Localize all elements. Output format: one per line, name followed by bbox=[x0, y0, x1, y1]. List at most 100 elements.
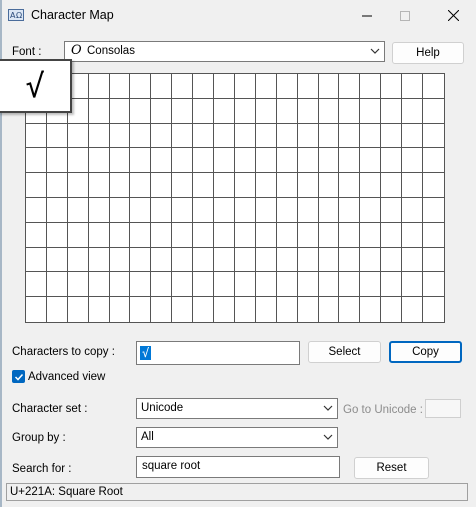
character-cell[interactable] bbox=[193, 222, 215, 248]
character-cell[interactable] bbox=[381, 123, 403, 149]
character-cell[interactable] bbox=[318, 173, 340, 198]
character-cell[interactable] bbox=[423, 297, 444, 322]
character-cell[interactable] bbox=[214, 247, 235, 273]
character-cell[interactable] bbox=[151, 247, 173, 273]
character-cell[interactable] bbox=[339, 197, 361, 223]
character-cell[interactable] bbox=[67, 173, 89, 198]
character-cell[interactable] bbox=[423, 148, 444, 174]
character-cell[interactable] bbox=[381, 297, 403, 322]
character-cell[interactable] bbox=[109, 123, 131, 149]
character-cell[interactable] bbox=[46, 197, 68, 223]
character-cell[interactable] bbox=[88, 148, 110, 174]
character-cell[interactable] bbox=[234, 173, 256, 198]
minimize-button[interactable] bbox=[348, 0, 386, 31]
character-cell[interactable] bbox=[234, 123, 256, 149]
character-cell[interactable] bbox=[381, 222, 403, 248]
character-cell[interactable] bbox=[234, 148, 256, 174]
character-cell[interactable] bbox=[151, 173, 173, 198]
character-cell[interactable] bbox=[172, 74, 194, 99]
character-cell[interactable] bbox=[360, 173, 382, 198]
character-cell[interactable] bbox=[255, 222, 277, 248]
character-cell[interactable] bbox=[360, 123, 382, 149]
select-button[interactable]: Select bbox=[308, 341, 381, 363]
character-cell[interactable] bbox=[130, 197, 152, 223]
character-cell[interactable] bbox=[339, 98, 361, 124]
character-cell[interactable] bbox=[47, 297, 68, 322]
character-cell[interactable] bbox=[130, 272, 152, 298]
character-cell[interactable] bbox=[318, 197, 340, 223]
character-cell[interactable] bbox=[423, 223, 444, 248]
character-cell[interactable] bbox=[423, 248, 444, 273]
character-cell[interactable] bbox=[277, 297, 298, 322]
character-cell[interactable] bbox=[151, 123, 173, 149]
character-cell[interactable] bbox=[172, 272, 194, 298]
character-cell[interactable] bbox=[214, 123, 235, 149]
character-cell[interactable] bbox=[318, 247, 340, 273]
character-cell[interactable] bbox=[214, 148, 235, 174]
character-cell[interactable] bbox=[381, 247, 403, 273]
character-grid[interactable] bbox=[25, 73, 445, 323]
character-cell[interactable] bbox=[46, 272, 68, 298]
character-cell[interactable] bbox=[130, 247, 152, 273]
character-cell[interactable] bbox=[172, 123, 194, 149]
character-cell[interactable] bbox=[297, 197, 319, 223]
character-cell[interactable] bbox=[256, 297, 277, 322]
character-cell[interactable] bbox=[88, 123, 110, 149]
title-bar[interactable]: A Ω Character Map bbox=[0, 0, 476, 31]
character-cell[interactable] bbox=[297, 123, 319, 149]
character-cell[interactable] bbox=[68, 297, 89, 322]
character-cell[interactable] bbox=[26, 173, 47, 198]
character-cell[interactable] bbox=[235, 297, 256, 322]
character-set-dropdown[interactable]: Unicode bbox=[136, 398, 338, 419]
character-cell[interactable] bbox=[88, 197, 110, 223]
character-cell[interactable] bbox=[130, 173, 152, 198]
character-cell[interactable] bbox=[151, 272, 173, 298]
character-cell[interactable] bbox=[172, 173, 194, 198]
character-cell[interactable] bbox=[172, 222, 194, 248]
character-cell[interactable] bbox=[297, 98, 319, 124]
character-cell[interactable] bbox=[109, 74, 131, 99]
character-cell[interactable] bbox=[381, 173, 403, 198]
character-cell[interactable] bbox=[193, 197, 215, 223]
character-cell[interactable] bbox=[360, 272, 382, 298]
character-cell[interactable] bbox=[297, 247, 319, 273]
character-cell[interactable] bbox=[109, 247, 131, 273]
character-cell[interactable] bbox=[423, 272, 444, 298]
search-input[interactable]: square root bbox=[136, 456, 340, 478]
character-cell[interactable] bbox=[234, 74, 256, 99]
character-cell[interactable] bbox=[276, 272, 298, 298]
advanced-view-checkbox[interactable] bbox=[12, 370, 25, 383]
character-cell[interactable] bbox=[381, 148, 403, 174]
character-cell[interactable] bbox=[130, 98, 152, 124]
character-cell[interactable] bbox=[234, 222, 256, 248]
character-cell[interactable] bbox=[193, 74, 215, 99]
character-cell[interactable] bbox=[234, 247, 256, 273]
character-cell[interactable] bbox=[26, 148, 47, 174]
character-cell[interactable] bbox=[88, 272, 110, 298]
character-cell[interactable] bbox=[151, 98, 173, 124]
character-cell[interactable] bbox=[234, 272, 256, 298]
character-cell[interactable] bbox=[255, 123, 277, 149]
character-cell[interactable] bbox=[339, 272, 361, 298]
character-cell[interactable] bbox=[46, 222, 68, 248]
character-cell[interactable] bbox=[88, 173, 110, 198]
character-cell[interactable] bbox=[318, 123, 340, 149]
character-cell[interactable] bbox=[381, 272, 403, 298]
character-cell[interactable] bbox=[402, 123, 424, 149]
character-cell[interactable] bbox=[46, 247, 68, 273]
character-cell[interactable] bbox=[381, 197, 403, 223]
character-cell[interactable] bbox=[151, 197, 173, 223]
character-cell[interactable] bbox=[88, 74, 110, 99]
character-cell[interactable] bbox=[402, 272, 424, 298]
character-cell[interactable] bbox=[67, 272, 89, 298]
character-cell[interactable] bbox=[402, 247, 424, 273]
character-cell[interactable] bbox=[339, 173, 361, 198]
character-cell[interactable] bbox=[276, 74, 298, 99]
character-cell[interactable] bbox=[89, 297, 110, 322]
character-cell[interactable] bbox=[46, 148, 68, 174]
character-cell[interactable] bbox=[276, 98, 298, 124]
character-cell[interactable] bbox=[214, 173, 235, 198]
character-cell[interactable] bbox=[151, 148, 173, 174]
character-cell[interactable] bbox=[423, 74, 444, 99]
character-cell[interactable] bbox=[130, 222, 152, 248]
